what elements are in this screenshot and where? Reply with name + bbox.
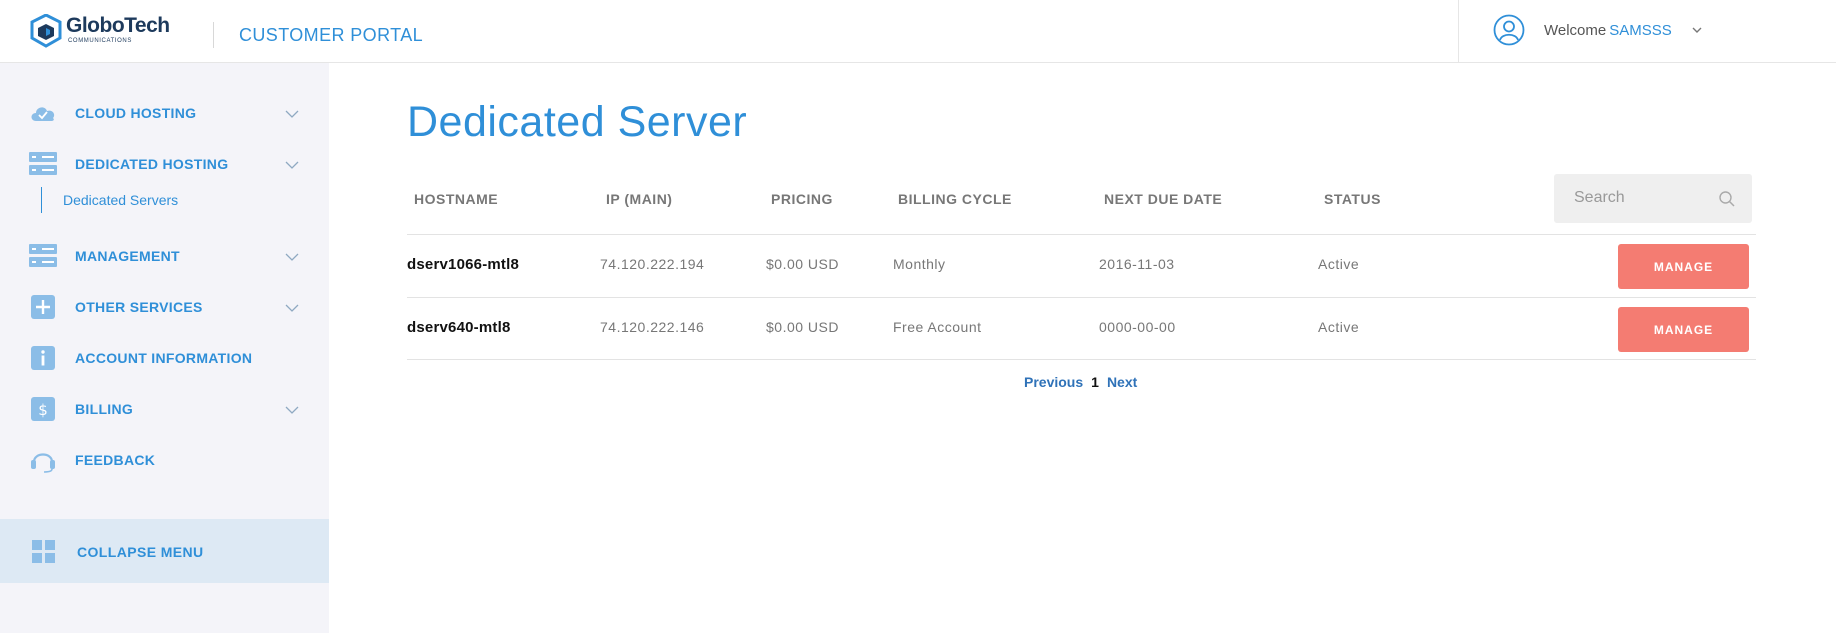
logo-subtitle: COMMUNICATIONS [68, 38, 132, 44]
sidebar-subitem-label: Dedicated Servers [63, 192, 179, 208]
welcome-text[interactable]: Welcome SAMSSS [1544, 22, 1672, 39]
column-header-ip[interactable]: IP (MAIN) [606, 191, 672, 207]
sidebar-subitem-dedicated-servers[interactable]: Dedicated Servers [41, 187, 178, 213]
chevron-down-icon[interactable] [285, 250, 299, 264]
sidebar-item-account-information[interactable]: ACCOUNT INFORMATION [0, 338, 329, 378]
column-header-next-due-date[interactable]: NEXT DUE DATE [1104, 191, 1222, 207]
ip-cell: 74.120.222.194 [600, 256, 705, 272]
server-icon [29, 152, 57, 175]
table-row: dserv1066-mtl8 74.120.222.194 $0.00 USD … [407, 234, 1756, 297]
sidebar-item-management[interactable]: MANAGEMENT [0, 236, 329, 276]
column-header-billing-cycle[interactable]: BILLING CYCLE [898, 191, 1012, 207]
manage-button[interactable]: MANAGE [1618, 244, 1749, 289]
logo[interactable]: GloboTech COMMUNICATIONS [30, 14, 170, 50]
search-placeholder: Search [1574, 189, 1625, 206]
column-header-pricing[interactable]: PRICING [771, 191, 833, 207]
column-header-status[interactable]: STATUS [1324, 191, 1381, 207]
collapse-menu-label: COLLAPSE MENU [77, 544, 204, 560]
sidebar-item-label: CLOUD HOSTING [75, 105, 197, 121]
hostname-cell: dserv640-mtl8 [407, 319, 511, 336]
sidebar-item-dedicated-hosting[interactable]: DEDICATED HOSTING [0, 144, 329, 184]
user-avatar-icon[interactable] [1493, 14, 1525, 46]
sidebar: CLOUD HOSTING DEDICATED HOSTING Dedicate… [0, 63, 329, 633]
main-content: Dedicated Server HOSTNAME IP (MAIN) PRIC… [329, 63, 1836, 633]
collapse-menu-button[interactable]: COLLAPSE MENU [0, 519, 329, 583]
headset-icon [31, 453, 55, 473]
sidebar-item-other-services[interactable]: OTHER SERVICES [0, 287, 329, 327]
pricing-cell: $0.00 USD [766, 256, 839, 272]
chevron-down-icon[interactable] [1691, 24, 1703, 36]
username: SAMSSS [1609, 22, 1672, 39]
portal-title: CUSTOMER PORTAL [239, 25, 424, 45]
billing-cycle-cell: Monthly [893, 256, 946, 272]
due-date-cell: 2016-11-03 [1099, 256, 1175, 272]
server-icon [29, 244, 57, 267]
chevron-down-icon[interactable] [285, 301, 299, 315]
user-menu[interactable]: Welcome SAMSSS [1458, 0, 1836, 63]
grid-icon [32, 540, 55, 563]
top-bar: GloboTech COMMUNICATIONS CUSTOMER PORTAL… [0, 0, 1836, 63]
pricing-cell: $0.00 USD [766, 319, 839, 335]
plus-icon [31, 295, 55, 319]
sidebar-item-label: ACCOUNT INFORMATION [75, 350, 253, 366]
logo-name: GloboTech [66, 14, 170, 37]
sidebar-item-label: BILLING [75, 401, 134, 417]
info-icon [31, 346, 55, 370]
column-header-hostname[interactable]: HOSTNAME [414, 191, 498, 207]
table-row: dserv640-mtl8 74.120.222.146 $0.00 USD F… [407, 297, 1756, 360]
search-input[interactable]: Search [1554, 174, 1752, 223]
globotech-logo-icon [30, 14, 62, 48]
chevron-down-icon[interactable] [285, 403, 299, 417]
pagination-current-page[interactable]: 1 [1091, 374, 1099, 390]
billing-cycle-cell: Free Account [893, 319, 982, 335]
sidebar-item-cloud-hosting[interactable]: CLOUD HOSTING [0, 93, 329, 133]
svg-text:$: $ [38, 401, 48, 419]
sidebar-item-label: DEDICATED HOSTING [75, 156, 229, 172]
sidebar-item-label: OTHER SERVICES [75, 299, 203, 315]
sidebar-item-feedback[interactable]: FEEDBACK [0, 440, 329, 480]
cloud-icon [31, 107, 55, 121]
sidebar-item-label: FEEDBACK [75, 452, 156, 468]
header-divider [213, 22, 214, 48]
welcome-label: Welcome [1544, 22, 1607, 39]
ip-cell: 74.120.222.146 [600, 319, 705, 335]
pagination-next[interactable]: Next [1107, 374, 1137, 390]
pagination: Previous 1 Next [1024, 374, 1137, 390]
chevron-down-icon[interactable] [285, 107, 299, 121]
chevron-down-icon[interactable] [285, 158, 299, 172]
hostname-cell: dserv1066-mtl8 [407, 256, 520, 273]
search-icon[interactable] [1718, 190, 1736, 208]
sidebar-item-label: MANAGEMENT [75, 248, 180, 264]
due-date-cell: 0000-00-00 [1099, 319, 1176, 335]
manage-button[interactable]: MANAGE [1618, 307, 1749, 352]
status-cell: Active [1318, 256, 1360, 272]
pagination-previous[interactable]: Previous [1024, 374, 1083, 390]
sidebar-item-billing[interactable]: $ BILLING [0, 389, 329, 429]
dollar-icon: $ [31, 397, 55, 421]
status-cell: Active [1318, 319, 1360, 335]
page-title: Dedicated Server [407, 98, 748, 146]
